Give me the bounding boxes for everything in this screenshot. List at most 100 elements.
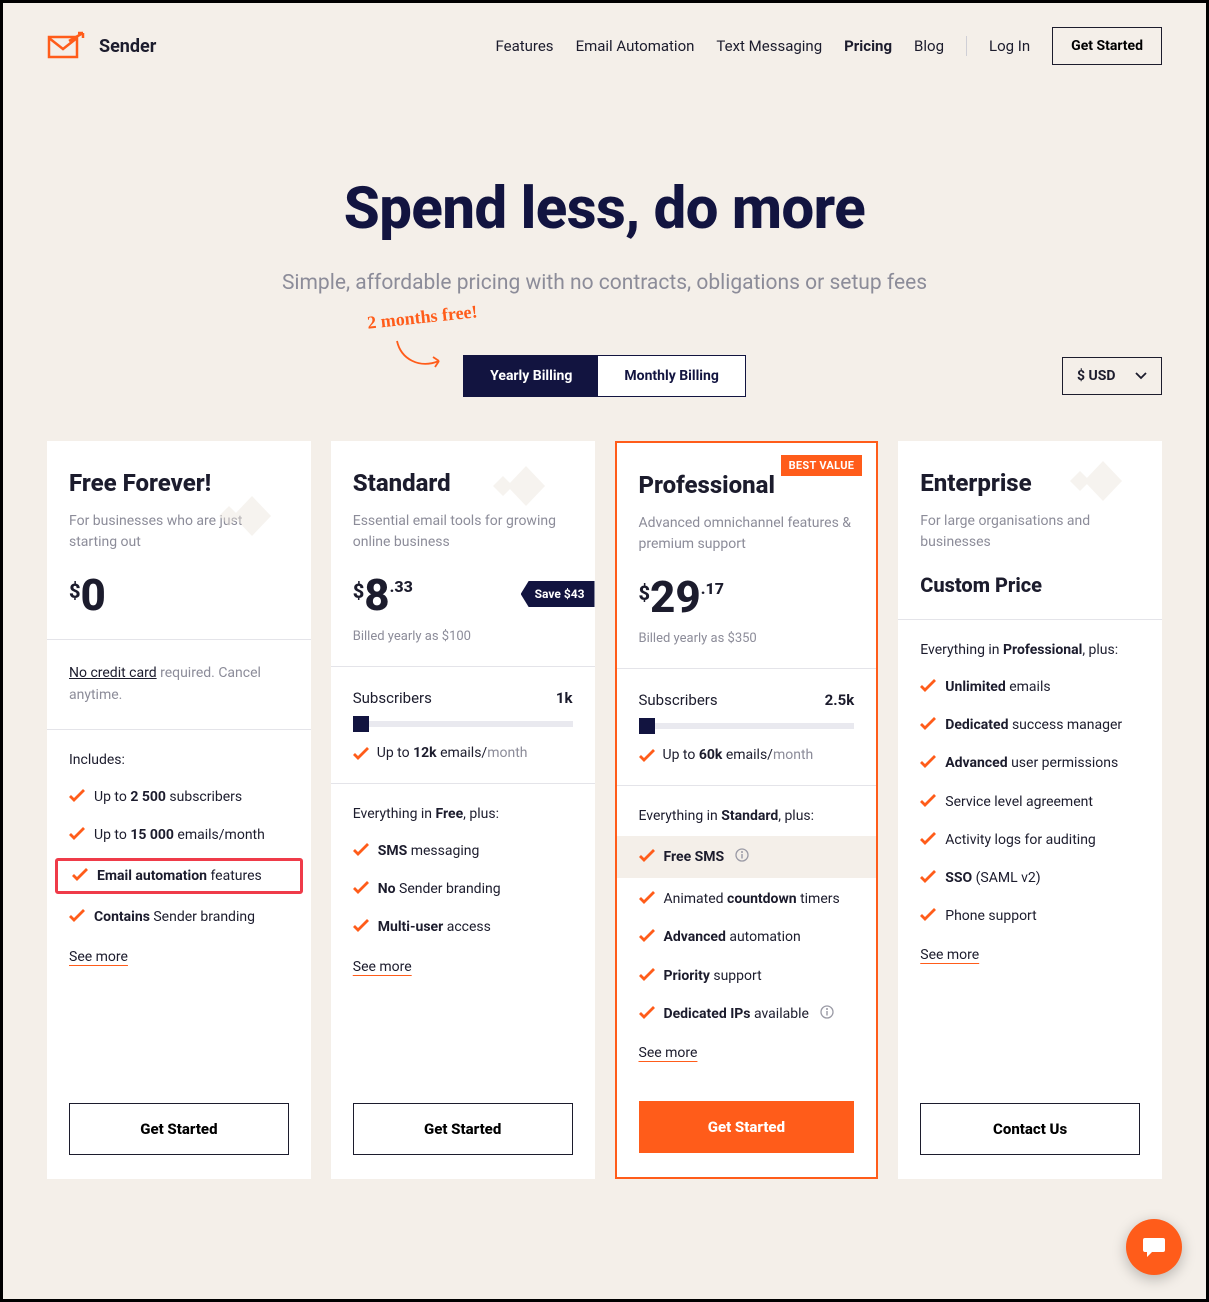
subscriber-slider[interactable]: [353, 721, 573, 727]
plan-card-free: Free Forever! For businesses who are jus…: [47, 441, 311, 1179]
nav-link-automation[interactable]: Email Automation: [576, 37, 695, 55]
feature-item: Unlimited emails: [920, 678, 1140, 696]
see-more-link[interactable]: See more: [920, 947, 979, 963]
includes-label: Everything in Free, plus:: [353, 806, 573, 822]
feature-list: Unlimited emailsDedicated success manage…: [920, 678, 1140, 925]
section-divider: [331, 783, 595, 784]
check-icon: [69, 827, 85, 841]
plan-cta-button[interactable]: Contact Us: [920, 1103, 1140, 1155]
check-icon: [920, 870, 936, 884]
chevron-down-icon: [1135, 372, 1147, 380]
section-divider: [47, 729, 311, 730]
section-divider: [617, 785, 877, 786]
feature-item: Advanced user permissions: [920, 754, 1140, 772]
feature-list: Up to 2 500 subscribers Up to 15 000 emai…: [69, 788, 289, 927]
brand-name: Sender: [99, 36, 156, 57]
feature-list: SMS messaging No Sender branding Multi-use…: [353, 842, 573, 937]
currency-select[interactable]: $ USD: [1062, 357, 1162, 395]
check-icon: [353, 843, 369, 857]
feature-item: No Sender branding: [353, 880, 573, 898]
monthly-toggle[interactable]: Monthly Billing: [598, 356, 744, 396]
emails-line: Up to 12k emails/month: [353, 745, 573, 761]
includes-label: Includes:: [69, 752, 289, 768]
page-title: Spend less, do more: [47, 175, 1162, 243]
check-icon: [639, 849, 655, 863]
billed-note: Billed yearly as $100: [353, 629, 573, 644]
see-more-link[interactable]: See more: [69, 949, 128, 965]
check-icon: [639, 891, 655, 905]
pricing-cards: Free Forever! For businesses who are jus…: [47, 441, 1162, 1179]
arrow-swoosh-icon: [395, 339, 445, 375]
hero: Spend less, do more Simple, affordable p…: [47, 175, 1162, 295]
feature-item: Up to 15 000 emails/month: [69, 826, 289, 844]
section-divider: [47, 639, 311, 640]
plan-price: $ 8 .33 Save $43: [353, 573, 573, 617]
info-icon: [820, 1005, 834, 1019]
plan-desc: Advanced omnichannel features & premium …: [639, 513, 855, 555]
feature-item: Activity logs for auditing: [920, 831, 1140, 849]
check-icon: [69, 909, 85, 923]
best-value-badge: BEST VALUE: [781, 455, 863, 476]
billing-controls: 2 months free! Yearly Billing Monthly Bi…: [47, 355, 1162, 397]
check-icon: [920, 908, 936, 922]
feature-item: Multi-user access: [353, 918, 573, 936]
plan-desc: Essential email tools for growing online…: [353, 511, 573, 553]
check-icon: [353, 919, 369, 933]
top-nav: Sender Features Email Automation Text Me…: [47, 17, 1162, 75]
plan-price: $ 29 .17: [639, 575, 855, 619]
section-divider: [617, 668, 877, 669]
save-badge: Save $43: [521, 581, 595, 607]
feature-item: Phone support: [920, 907, 1140, 925]
feature-item: Service level agreement: [920, 793, 1140, 811]
emails-line: Up to 60k emails/month: [639, 747, 855, 763]
plan-card-standard: Standard Essential email tools for growi…: [331, 441, 595, 1179]
diamond-decoration: [491, 466, 561, 506]
feature-item: Contains Sender branding: [69, 908, 289, 926]
diamond-decoration: [1068, 461, 1138, 501]
nav-link-sms[interactable]: Text Messaging: [716, 37, 822, 55]
feature-item: Free SMS: [617, 836, 877, 878]
currency-label: $ USD: [1077, 368, 1115, 384]
nav-separator: [966, 36, 967, 56]
see-more-link[interactable]: See more: [353, 959, 412, 975]
subscriber-slider[interactable]: [639, 723, 855, 729]
chat-fab[interactable]: [1126, 1219, 1182, 1275]
no-card-note: No credit card required. Cancel anytime.: [69, 662, 289, 707]
check-icon: [639, 1006, 655, 1020]
feature-item: Up to 2 500 subscribers: [69, 788, 289, 806]
nav-links: Features Email Automation Text Messaging…: [495, 27, 1162, 65]
feature-item: Advanced automation: [639, 928, 855, 946]
plan-cta-button[interactable]: Get Started: [353, 1103, 573, 1155]
logo[interactable]: Sender: [47, 31, 156, 61]
check-icon: [920, 679, 936, 693]
check-icon: [639, 968, 655, 982]
check-icon: [72, 868, 88, 882]
plan-cta-button[interactable]: Get Started: [69, 1103, 289, 1155]
login-link[interactable]: Log In: [989, 37, 1030, 55]
check-icon: [639, 929, 655, 943]
info-icon: [735, 848, 749, 862]
plan-card-professional: BEST VALUE Professional Advanced omnicha…: [615, 441, 879, 1179]
nav-link-features[interactable]: Features: [495, 37, 553, 55]
section-divider: [331, 666, 595, 667]
see-more-link[interactable]: See more: [639, 1045, 698, 1061]
nav-link-blog[interactable]: Blog: [914, 37, 944, 55]
check-icon: [353, 747, 369, 761]
billed-note: Billed yearly as $350: [639, 631, 855, 646]
includes-label: Everything in Professional, plus:: [920, 642, 1140, 658]
check-icon: [69, 789, 85, 803]
plan-cta-button[interactable]: Get Started: [639, 1101, 855, 1153]
yearly-toggle[interactable]: Yearly Billing: [464, 356, 598, 396]
feature-list: Free SMSAnimated countdown timersAdvance…: [639, 844, 855, 1023]
feature-item: Dedicated IPs available: [639, 1005, 855, 1023]
plan-price: $ 0: [69, 573, 289, 617]
check-icon: [920, 717, 936, 731]
promo-badge: 2 months free!: [366, 301, 478, 333]
check-icon: [353, 881, 369, 895]
nav-link-pricing[interactable]: Pricing: [844, 37, 892, 55]
check-icon: [639, 749, 655, 763]
plan-desc: For large organisations and businesses: [920, 511, 1140, 553]
get-started-button[interactable]: Get Started: [1052, 27, 1162, 65]
section-divider: [898, 619, 1162, 620]
feature-item: SMS messaging: [353, 842, 573, 860]
